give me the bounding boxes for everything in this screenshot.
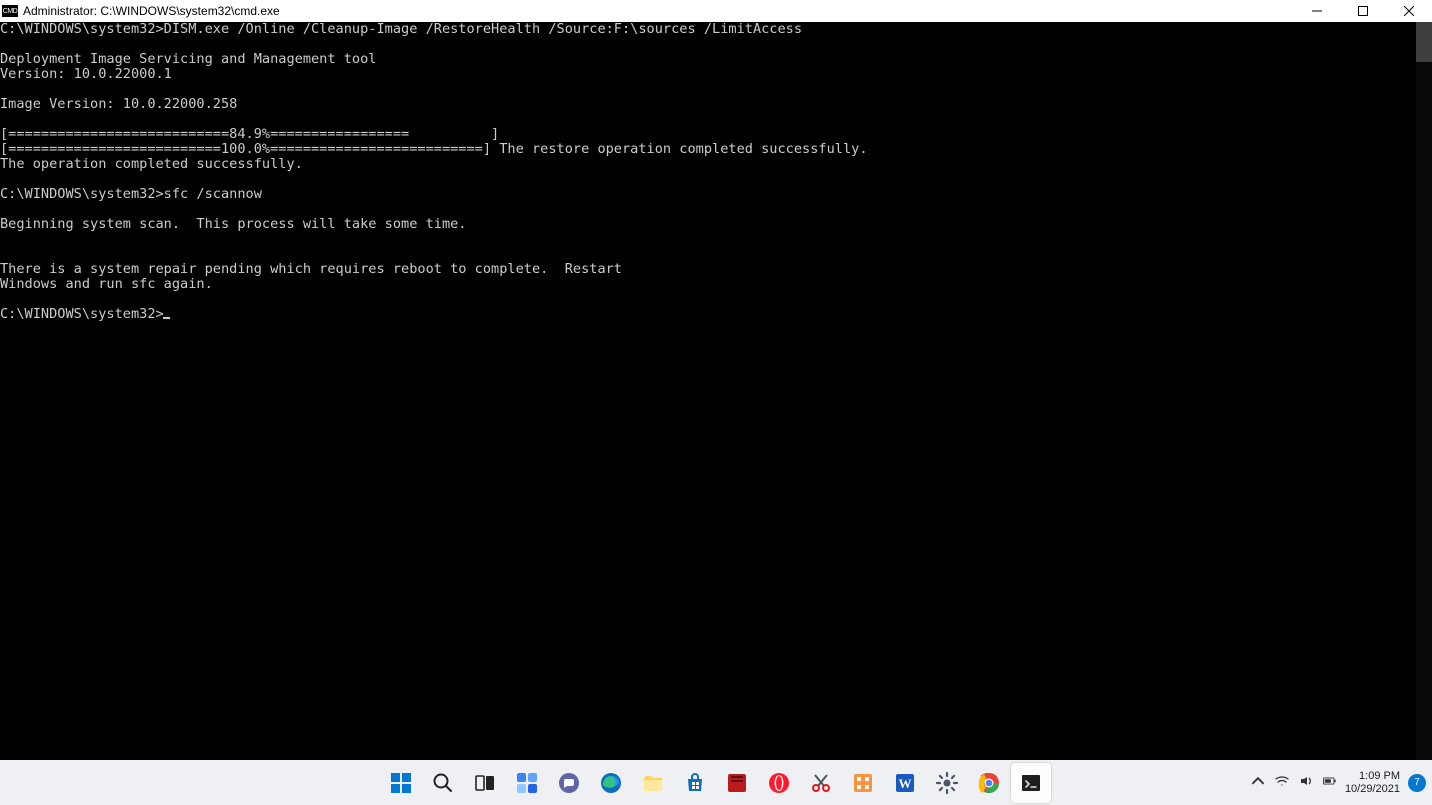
terminal-area[interactable]: C:\WINDOWS\system32>DISM.exe /Online /Cl… [0, 22, 1432, 760]
taskbar-store-icon[interactable] [675, 763, 715, 803]
taskbar-settings-icon[interactable] [927, 763, 967, 803]
taskbar-chrome-icon[interactable] [969, 763, 1009, 803]
taskbar-start-icon[interactable] [381, 763, 421, 803]
taskbar-opera-icon[interactable] [759, 763, 799, 803]
cmd-icon: CMD [2, 5, 18, 17]
minimize-button[interactable] [1294, 0, 1340, 22]
scrollbar-thumb[interactable] [1416, 22, 1432, 62]
clock-time: 1:09 PM [1345, 770, 1400, 783]
title-bar[interactable]: CMD Administrator: C:\WINDOWS\system32\c… [0, 0, 1432, 22]
taskbar: W 1:09 PM 10/29/2021 7 [0, 760, 1432, 805]
window-title: Administrator: C:\WINDOWS\system32\cmd.e… [23, 4, 1294, 18]
taskbar-center: W [381, 760, 1051, 805]
wifi-icon[interactable] [1275, 774, 1289, 791]
cmd-window: CMD Administrator: C:\WINDOWS\system32\c… [0, 0, 1432, 760]
taskbar-util-icon[interactable] [843, 763, 883, 803]
taskbar-widgets-icon[interactable] [507, 763, 547, 803]
battery-icon[interactable] [1323, 774, 1337, 791]
taskbar-search-icon[interactable] [423, 763, 463, 803]
system-tray: 1:09 PM 10/29/2021 7 [1251, 760, 1426, 805]
svg-text:W: W [899, 776, 912, 791]
cursor [163, 317, 170, 319]
taskbar-chat-icon[interactable] [549, 763, 589, 803]
taskbar-app-red-icon[interactable] [717, 763, 757, 803]
tray-icons [1251, 774, 1337, 791]
scrollbar-vertical[interactable] [1416, 22, 1432, 760]
tray-overflow-icon[interactable] [1251, 774, 1265, 791]
volume-icon[interactable] [1299, 774, 1313, 791]
maximize-button[interactable] [1340, 0, 1386, 22]
clock[interactable]: 1:09 PM 10/29/2021 [1345, 770, 1400, 796]
taskbar-terminal-icon[interactable] [1011, 763, 1051, 803]
close-button[interactable] [1386, 0, 1432, 22]
taskbar-task-view-icon[interactable] [465, 763, 505, 803]
clock-date: 10/29/2021 [1345, 783, 1400, 796]
taskbar-snip-icon[interactable] [801, 763, 841, 803]
taskbar-explorer-icon[interactable] [633, 763, 673, 803]
notification-badge[interactable]: 7 [1408, 774, 1426, 792]
taskbar-word-icon[interactable]: W [885, 763, 925, 803]
taskbar-edge-icon[interactable] [591, 763, 631, 803]
terminal-output: C:\WINDOWS\system32>DISM.exe /Online /Cl… [0, 22, 1432, 760]
